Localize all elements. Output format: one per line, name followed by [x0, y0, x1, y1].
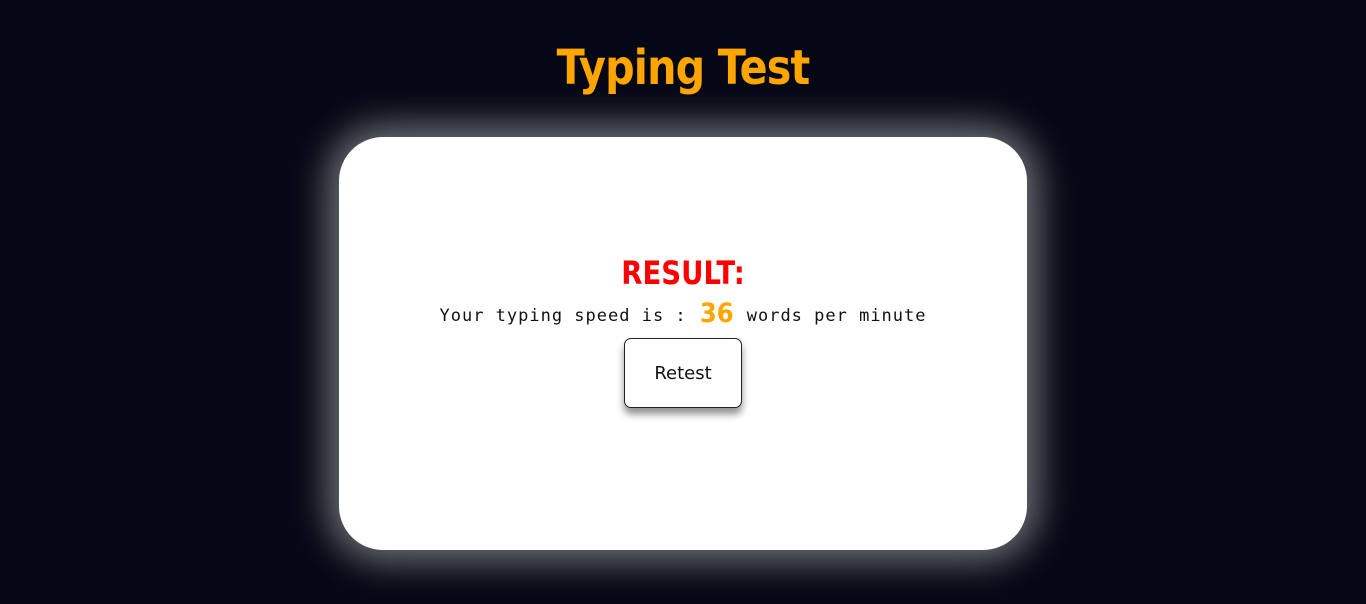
typing-speed-line: Your typing speed is : 36 words per minu…	[339, 297, 1027, 333]
retest-button[interactable]: Retest	[624, 338, 742, 408]
result-heading: RESULT:	[621, 254, 745, 292]
speed-suffix: words per minute	[746, 306, 927, 326]
speed-prefix: Your typing speed is :	[439, 306, 687, 326]
app-title: Typing Test	[556, 40, 811, 96]
speed-value: 36	[699, 298, 734, 329]
result-card: RESULT: Your typing speed is : 36 words …	[339, 137, 1027, 550]
page: Typing Test RESULT: Your typing speed is…	[0, 0, 1366, 604]
